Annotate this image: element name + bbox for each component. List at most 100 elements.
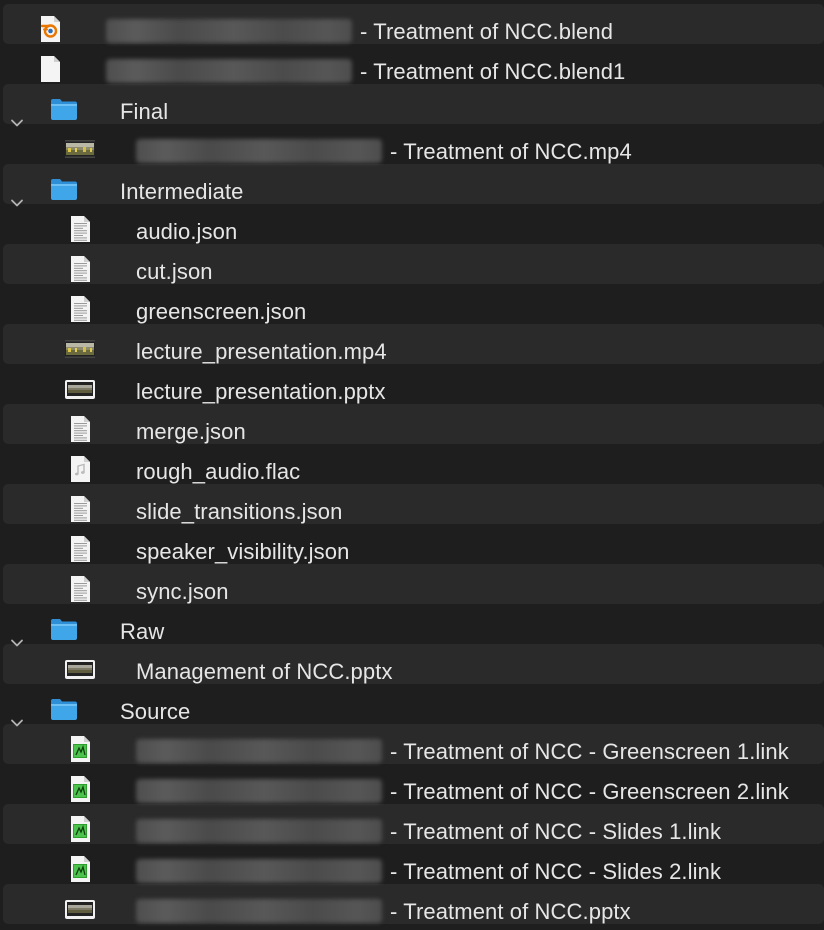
chevron-down-icon[interactable]: [10, 190, 24, 207]
row-background: [3, 564, 824, 604]
folder-row-folder-final[interactable]: Final: [0, 84, 824, 127]
file-row-greenscreen-json[interactable]: greenscreen.json: [0, 284, 824, 324]
row-background: [3, 644, 824, 684]
file-name-text: speaker_visibility.json: [136, 539, 350, 565]
row-background: [3, 524, 824, 564]
file-list: - Treatment of NCC.blend - Treatment of N…: [0, 4, 824, 924]
file-name-text: cut.json: [136, 259, 213, 285]
folder-row-folder-source[interactable]: Source: [0, 684, 824, 727]
link-file-icon: [65, 814, 95, 844]
file-name-text: - Treatment of NCC - Greenscreen 1.link: [390, 739, 789, 765]
row-label: merge.json: [136, 419, 246, 444]
file-row-blend1-file[interactable]: - Treatment of NCC.blend1: [0, 44, 824, 84]
file-row-final-mp4[interactable]: - Treatment of NCC.mp4: [0, 124, 824, 164]
redacted-name: [136, 738, 382, 763]
text-document-icon: [65, 254, 95, 284]
row-background: [3, 364, 824, 404]
file-row-slide-transitions[interactable]: slide_transitions.json: [0, 484, 824, 524]
row-label: Source: [120, 699, 190, 724]
redacted-name: [136, 898, 382, 923]
text-document-icon: [65, 574, 95, 604]
row-label: - Treatment of NCC - Slides 2.link: [136, 858, 722, 885]
redacted-name: [136, 778, 382, 803]
file-row-merge-json[interactable]: merge.json: [0, 404, 824, 444]
chevron-down-icon[interactable]: [10, 710, 24, 727]
redacted-name: [106, 18, 352, 43]
video-thumbnail-icon: [65, 134, 95, 164]
chevron-down-icon[interactable]: [10, 630, 24, 647]
folder-row-folder-raw[interactable]: Raw: [0, 604, 824, 647]
text-document-icon: [65, 534, 95, 564]
row-label: - Treatment of NCC.blend: [106, 18, 613, 44]
file-row-cut-json[interactable]: cut.json: [0, 244, 824, 284]
redacted-name: [136, 138, 382, 163]
file-row-lecture-mp4[interactable]: lecture_presentation.mp4: [0, 324, 824, 364]
file-row-rough-audio[interactable]: rough_audio.flac: [0, 444, 824, 484]
file-name-text: - Treatment of NCC - Greenscreen 2.link: [390, 779, 789, 805]
link-file-icon: [65, 774, 95, 804]
file-row-greenscreen1-link[interactable]: - Treatment of NCC - Greenscreen 1.link: [0, 724, 824, 764]
redacted-name: [106, 58, 352, 83]
row-label: Intermediate: [120, 179, 244, 204]
file-name-text: audio.json: [136, 219, 238, 245]
slides-thumbnail-icon: [65, 654, 95, 684]
row-label: Final: [120, 99, 168, 124]
file-name-text: Raw: [120, 619, 165, 645]
text-document-icon: [65, 494, 95, 524]
folder-icon: [49, 694, 79, 724]
file-row-lecture-pptx[interactable]: lecture_presentation.pptx: [0, 364, 824, 404]
file-name-text: - Treatment of NCC - Slides 2.link: [390, 859, 722, 885]
row-background: [3, 444, 824, 484]
row-background: [3, 244, 824, 284]
file-name-text: Source: [120, 699, 191, 725]
file-row-speaker-visibility[interactable]: speaker_visibility.json: [0, 524, 824, 564]
redacted-name: [136, 858, 382, 883]
slides-thumbnail-icon: [65, 374, 95, 404]
file-name-text: rough_audio.flac: [136, 459, 301, 485]
video-thumbnail-icon: [65, 334, 95, 364]
file-name-text: Management of NCC.pptx: [136, 659, 393, 685]
file-row-sync-json[interactable]: sync.json: [0, 564, 824, 604]
row-label: lecture_presentation.pptx: [136, 379, 386, 404]
row-label: - Treatment of NCC.blend1: [106, 58, 625, 84]
file-row-blend-file[interactable]: - Treatment of NCC.blend: [0, 4, 824, 44]
file-name-text: - Treatment of NCC.pptx: [390, 899, 631, 925]
text-document-icon: [65, 294, 95, 324]
row-label: rough_audio.flac: [136, 459, 300, 484]
row-label: cut.json: [136, 259, 213, 284]
row-label: - Treatment of NCC - Greenscreen 2.link: [136, 778, 789, 805]
chevron-down-icon[interactable]: [10, 110, 24, 127]
text-document-icon: [65, 214, 95, 244]
file-name-text: greenscreen.json: [136, 299, 307, 325]
folder-row-folder-intermediate[interactable]: Intermediate: [0, 164, 824, 207]
file-name-text: - Treatment of NCC - Slides 1.link: [390, 819, 722, 845]
blender-file-icon: [35, 14, 65, 44]
file-name-text: Intermediate: [120, 179, 244, 205]
file-row-greenscreen2-link[interactable]: - Treatment of NCC - Greenscreen 2.link: [0, 764, 824, 804]
file-name-text: lecture_presentation.mp4: [136, 339, 387, 365]
row-label: speaker_visibility.json: [136, 539, 349, 564]
folder-icon: [49, 174, 79, 204]
link-file-icon: [65, 734, 95, 764]
file-name-text: - Treatment of NCC.mp4: [390, 139, 632, 165]
row-label: - Treatment of NCC - Greenscreen 1.link: [136, 738, 789, 765]
file-row-source-pptx[interactable]: - Treatment of NCC.pptx: [0, 884, 824, 924]
row-label: greenscreen.json: [136, 299, 306, 324]
row-background: [3, 484, 824, 524]
file-row-management-pptx[interactable]: Management of NCC.pptx: [0, 644, 824, 684]
file-row-slides2-link[interactable]: - Treatment of NCC - Slides 2.link: [0, 844, 824, 884]
file-row-audio-json[interactable]: audio.json: [0, 204, 824, 244]
row-background: [3, 204, 824, 244]
link-file-icon: [65, 854, 95, 884]
file-name-text: Final: [120, 99, 169, 125]
row-background: [3, 404, 824, 444]
row-label: Raw: [120, 619, 164, 644]
row-background: [3, 324, 824, 364]
row-background: [3, 284, 824, 324]
row-label: lecture_presentation.mp4: [136, 339, 387, 364]
audio-file-icon: [65, 454, 95, 484]
file-name-text: lecture_presentation.pptx: [136, 379, 386, 405]
blank-document-icon: [35, 54, 65, 84]
file-row-slides1-link[interactable]: - Treatment of NCC - Slides 1.link: [0, 804, 824, 844]
row-label: - Treatment of NCC.mp4: [136, 138, 632, 165]
